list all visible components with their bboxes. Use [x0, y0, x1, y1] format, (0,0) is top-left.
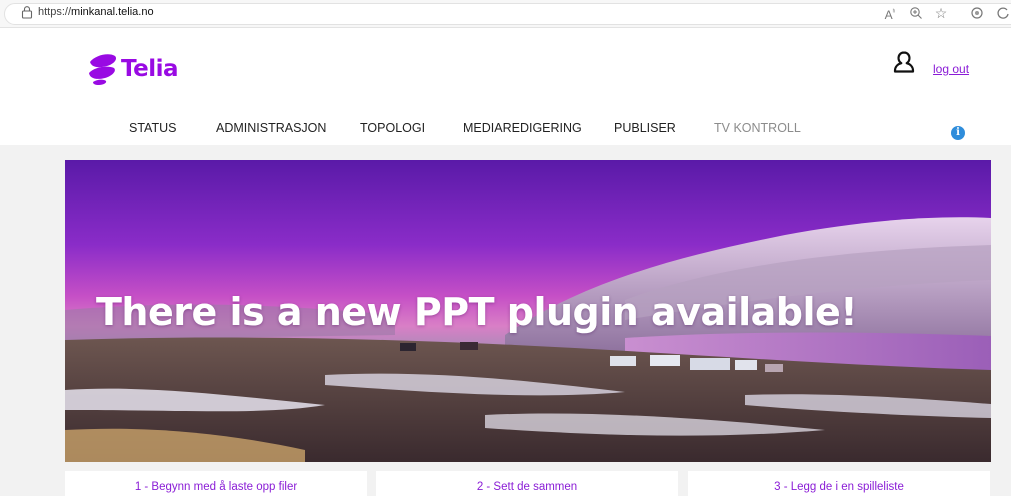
- step-label: 3 - Legg de i en spilleliste: [774, 481, 904, 493]
- step-card-assemble[interactable]: 2 - Sett de sammen: [376, 471, 678, 496]
- nav-item-administrasjon[interactable]: ADMINISTRASJON: [216, 121, 326, 135]
- nav-item-mediaredigering[interactable]: MEDIAREDIGERING: [463, 121, 582, 135]
- browser-address-bar: https://minkanal.telia.no Aʰ ☆: [0, 0, 1011, 28]
- read-aloud-icon[interactable]: Aʰ: [882, 5, 898, 22]
- extensions-icon[interactable]: [995, 5, 1011, 21]
- step-card-playlist[interactable]: 3 - Legg de i en spilleliste: [688, 471, 990, 496]
- url-protocol: https://: [38, 6, 72, 18]
- url-text[interactable]: https://minkanal.telia.no: [38, 6, 154, 18]
- step-label: 2 - Sett de sammen: [476, 481, 578, 493]
- favorite-star-icon[interactable]: ☆: [933, 5, 949, 21]
- logout-link[interactable]: log out: [933, 62, 969, 76]
- telia-logo-text: Telia: [121, 56, 179, 82]
- main-nav: STATUS ADMINISTRASJON TOPOLOGI MEDIAREDI…: [0, 121, 1011, 141]
- nav-item-publiser[interactable]: PUBLISER: [614, 121, 676, 135]
- user-profile-icon[interactable]: [893, 50, 915, 74]
- lock-icon[interactable]: [20, 5, 34, 19]
- url-host: minkanal.telia.no: [71, 6, 154, 18]
- url-field-container[interactable]: [4, 3, 1011, 25]
- telia-logo[interactable]: Telia: [87, 52, 187, 88]
- settings-icon[interactable]: [969, 5, 985, 21]
- info-icon[interactable]: i: [951, 126, 965, 140]
- nav-item-status[interactable]: STATUS: [129, 121, 176, 135]
- step-card-upload[interactable]: 1 - Begynn med å laste opp filer: [65, 471, 367, 496]
- site-header: Telia log out STATUS ADMINISTRASJON TOPO…: [0, 28, 1011, 145]
- nav-item-tv-kontroll: TV KONTROLL: [714, 121, 801, 135]
- nav-item-topologi[interactable]: TOPOLOGI: [360, 121, 425, 135]
- telia-pebble-icon: [89, 54, 117, 85]
- step-label: 1 - Begynn med å laste opp filer: [134, 481, 298, 493]
- banner-headline: There is a new PPT plugin available!: [96, 290, 858, 334]
- hero-banner: There is a new PPT plugin available!: [65, 160, 991, 462]
- zoom-icon[interactable]: [908, 5, 924, 21]
